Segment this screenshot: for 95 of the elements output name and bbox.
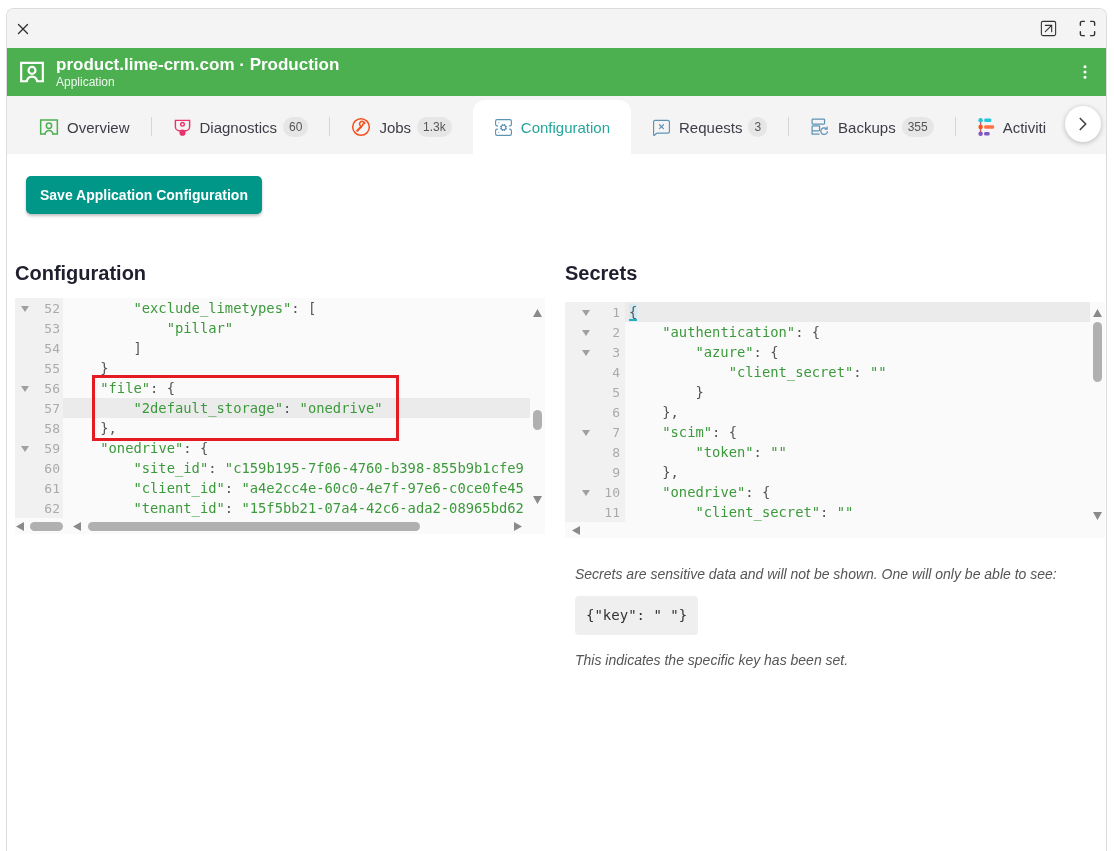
line-number: 10: [604, 484, 620, 500]
wrench-circle-icon: [351, 117, 372, 137]
count-badge: 3: [748, 117, 768, 137]
user-frame-icon: [19, 61, 45, 83]
code-line: "scim": {: [662, 424, 737, 440]
scroll-up-icon[interactable]: [1093, 309, 1102, 317]
fold-arrow-icon[interactable]: [582, 350, 590, 356]
fold-arrow-icon[interactable]: [582, 490, 590, 496]
tab[interactable]: Requests 3: [631, 100, 789, 154]
fold-arrow-icon[interactable]: [582, 330, 590, 336]
line-number: 6: [612, 404, 620, 420]
scrollbar-thumb[interactable]: [1093, 322, 1102, 382]
line-number: 60: [44, 460, 60, 476]
server-refresh-icon: [810, 117, 831, 137]
line-number: 11: [604, 504, 620, 520]
code-line: "authentication": {: [662, 324, 821, 340]
section-heading: Secrets: [565, 261, 639, 285]
message-x-icon: [652, 117, 672, 137]
section-heading: Configuration: [15, 261, 148, 285]
code-line: }: [695, 384, 704, 400]
line-number: 7: [612, 424, 620, 440]
code-line: "exclude_limetypes": [: [133, 300, 317, 316]
code-line: "onedrive": {: [662, 484, 771, 500]
line-number: 58: [44, 420, 60, 436]
code-line: "client_secret": "": [695, 504, 854, 520]
line-number: 62: [44, 500, 60, 516]
scrollbar-thumb[interactable]: [533, 410, 542, 430]
code-line: "site_id": "c159b195-7f06-4760-b398-855b9b1cfe9: [133, 460, 524, 476]
line-number: 2: [612, 324, 620, 340]
line-number: 56: [44, 380, 60, 396]
scrollbar-thumb[interactable]: [88, 522, 420, 531]
tab[interactable]: Overview: [18, 100, 151, 154]
code-line: "2default_storage": "onedrive": [133, 400, 383, 416]
fullscreen-icon[interactable]: [1078, 19, 1097, 38]
save-button[interactable]: Save Application Configuration: [26, 176, 262, 214]
code-line: "client_id": "a4e2cc4e-60c0-4e7f-97e6-c0ce0fe45: [133, 480, 524, 496]
line-number: 53: [44, 320, 60, 336]
app-subtitle: Application: [56, 74, 116, 90]
line-number: 52: [44, 300, 60, 316]
fold-arrow-icon[interactable]: [582, 430, 590, 436]
tab[interactable]: Backups 355: [789, 100, 955, 154]
count-badge: 60: [283, 117, 309, 137]
line-number: 8: [612, 444, 620, 460]
scroll-left-icon[interactable]: [572, 526, 580, 535]
line-number: 57: [44, 400, 60, 416]
count-badge: 1.3k: [417, 117, 452, 137]
scroll-down-icon[interactable]: [1093, 512, 1102, 520]
server-gear-icon: [493, 117, 513, 137]
line-number: 4: [612, 364, 620, 380]
scroll-down-icon[interactable]: [533, 496, 542, 504]
timeline-icon: [976, 117, 995, 137]
code-editor[interactable]: 1 2 3 4 5 6 7 8 9 10 11 { "authentication": { "azure": { "client_secret": "" } }, "scim": { "token": "" }, "onedrive": { "client_secret": "": [565, 302, 1105, 538]
code-line: "tenant_id": "15f5bb21-07a4-42c6-ada2-08965bd62: [133, 500, 524, 516]
user-badge-icon: [172, 117, 192, 137]
fold-arrow-icon[interactable]: [21, 386, 29, 392]
code-editor[interactable]: [15, 298, 545, 534]
code-line: "pillar": [166, 320, 234, 336]
code-line: },: [662, 404, 679, 420]
secrets-note: Secrets are sensitive data and will not be shown. One will only be able to see:: [575, 565, 1058, 583]
line-number: 55: [44, 360, 60, 376]
code-line: },: [100, 420, 117, 436]
fold-arrow-icon[interactable]: [21, 446, 29, 452]
code-example: {"key": " "}: [575, 596, 699, 635]
code-line: {: [629, 304, 638, 320]
line-number: 3: [612, 344, 620, 360]
line-number: 9: [612, 464, 620, 480]
scroll-right-button[interactable]: [1065, 106, 1101, 142]
fold-arrow-icon[interactable]: [21, 306, 29, 312]
code-line: "file": {: [100, 380, 175, 396]
line-number: 5: [612, 384, 620, 400]
code-line: "token": "": [695, 444, 787, 460]
app-title: product.lime-crm.com · Production: [56, 54, 340, 75]
line-number: 59: [44, 440, 60, 456]
scroll-right-icon[interactable]: [514, 522, 522, 531]
secrets-footnote: This indicates the specific key has been set.: [575, 651, 850, 669]
code-line: "onedrive": {: [100, 440, 209, 456]
code-line: ]: [133, 340, 142, 356]
external-link-icon[interactable]: [1039, 19, 1058, 38]
tab[interactable]: Jobs 1.3k: [330, 100, 473, 154]
scrollbar-thumb[interactable]: [30, 522, 63, 531]
scroll-left-icon[interactable]: [73, 522, 81, 531]
count-badge: 355: [901, 117, 934, 137]
scroll-up-icon[interactable]: [533, 309, 542, 317]
line-number: 1: [612, 304, 620, 320]
tab[interactable]: Diagnostics 60: [151, 100, 330, 154]
line-number: 61: [44, 480, 60, 496]
line-number: 54: [44, 340, 60, 356]
user-frame-icon: [39, 118, 59, 136]
code-line: },: [662, 464, 679, 480]
code-line: }: [100, 360, 109, 376]
fold-arrow-icon[interactable]: [582, 310, 590, 316]
tab[interactable]: Activiti: [955, 100, 1067, 154]
code-line: "azure": {: [695, 344, 779, 360]
scroll-left-icon[interactable]: [16, 522, 24, 531]
code-line: "client_secret": "": [728, 364, 887, 380]
